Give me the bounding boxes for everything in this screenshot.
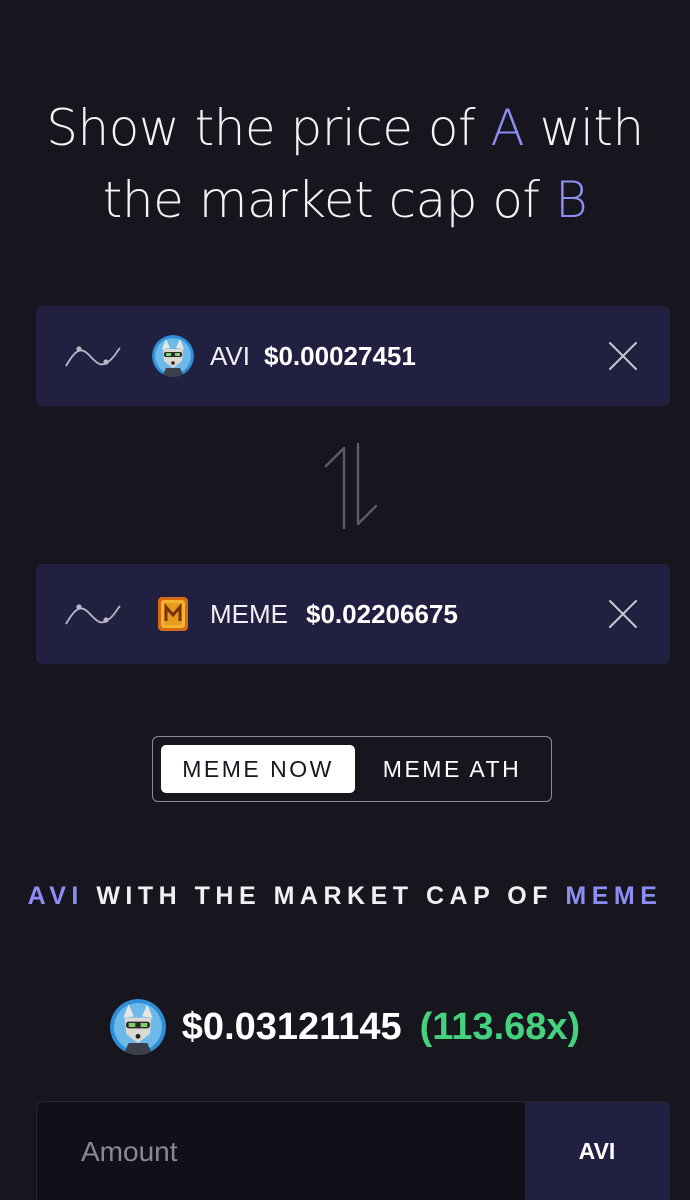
headline-token-b: B [554,171,588,229]
headline-text-1: Show the price of [46,99,491,157]
result-price: $0.03121145 [181,1005,402,1048]
meme-coin-logo-icon [152,593,194,635]
headline-token-a: A [490,99,525,157]
price-chart-icon[interactable] [64,340,122,372]
market-cap-toggle: MEME NOW MEME ATH [152,736,552,802]
result-label-middle: WITH THE MARKET CAP OF [83,882,566,910]
swap-arrows-icon[interactable] [322,440,380,532]
result-multiplier: (113.68x) [419,1005,581,1048]
token-a-card[interactable]: AVI $0.00027451 [36,306,670,406]
avi-fox-logo-icon [109,999,166,1055]
result-token-a: AVI [27,882,84,910]
token-b-symbol: MEME [210,599,288,629]
token-b-price: $0.02206675 [306,599,458,629]
amount-input[interactable] [37,1102,527,1200]
toggle-option-ath[interactable]: MEME ATH [359,745,545,793]
result-token-b: MEME [565,882,663,910]
page-headline: Show the price of A with the market cap … [0,92,690,236]
price-chart-icon[interactable] [64,598,122,630]
close-icon[interactable] [606,597,640,631]
close-icon[interactable] [606,339,640,373]
result-row: $0.03121145 (113.68x) [0,996,690,1058]
token-a-symbol: AVI [210,341,250,371]
toggle-option-now[interactable]: MEME NOW [161,745,355,793]
amount-box: AVI [36,1101,670,1200]
token-b-card[interactable]: MEME $0.02206675 [36,564,670,664]
avi-fox-logo-icon [152,335,194,377]
result-label: AVI WITH THE MARKET CAP OF MEME [0,874,690,918]
amount-unit-button[interactable]: AVI [525,1102,669,1200]
token-a-price: $0.00027451 [264,341,416,371]
